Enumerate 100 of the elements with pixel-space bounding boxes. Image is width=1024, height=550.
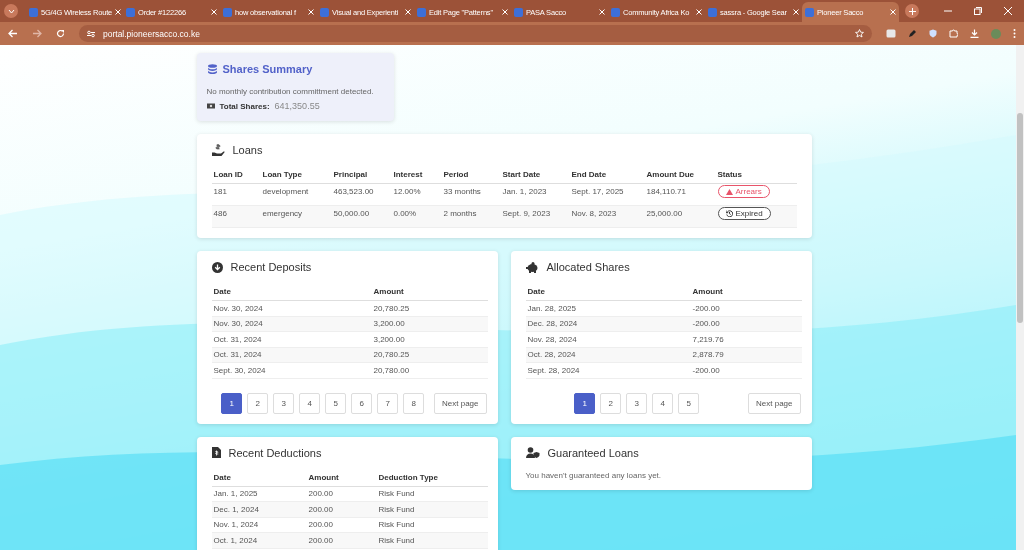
table-cell: 486 [211,206,261,228]
piggy-bank-icon [525,261,539,273]
close-icon [599,9,605,15]
page-button[interactable]: 4 [652,392,674,414]
coins-icon [206,63,218,75]
table-cell: Jan. 28, 2025 [525,301,691,317]
card-title: Recent Deposits [230,261,312,273]
page-button[interactable]: 3 [273,392,295,414]
new-tab-button[interactable] [905,4,919,18]
close-icon [1004,7,1012,15]
column-header: Principal [331,168,392,184]
column-header: Date [211,285,372,301]
table-cell: Oct. 1, 2024 [211,533,307,549]
forward-icon [32,29,42,38]
minimize-icon [944,7,952,15]
column-header: Amount [306,470,377,487]
profile-avatar-icon [991,28,1001,39]
column-header: Amount [690,285,802,301]
address-field[interactable]: portal.pioneersacco.co.ke [79,25,872,42]
card-title: Shares Summary [222,63,313,75]
close-icon [502,9,508,15]
table-cell: emergency [260,206,332,228]
close-icon [696,9,702,15]
column-header: Period [441,168,501,184]
extension-icon [886,29,896,38]
close-icon [793,9,799,15]
column-header: Date [525,285,691,301]
table-cell: 2 months [441,206,501,228]
page-button[interactable]: 7 [377,392,399,414]
table-cell: Dec. 1, 2024 [211,502,307,518]
warning-icon [725,188,733,195]
page-button[interactable]: 5 [325,392,347,414]
hand-dollar-icon [211,144,225,156]
column-header: Date [211,470,307,487]
total-shares-value: 641,350.55 [274,101,320,111]
favicon-icon [320,7,329,17]
download-circle-icon [211,261,223,273]
plus-icon [908,7,916,15]
column-header: Loan Type [260,168,332,184]
page-button[interactable]: 5 [678,392,700,414]
page-button[interactable]: 3 [626,392,648,414]
column-header: Loan ID [211,168,261,184]
table-cell: -200.00 [690,301,802,317]
favicon-icon [29,7,38,17]
favicon-icon [611,7,620,17]
star-icon [855,29,864,38]
money-icon [206,103,215,109]
page-button[interactable]: 6 [351,392,373,414]
table-cell: 20,780.00 [371,363,488,379]
table-cell: 25,000.00 [644,206,716,228]
table-cell: Risk Fund [376,533,488,549]
favicon-icon [708,7,717,17]
page-button[interactable]: 2 [247,392,269,414]
column-header: End Date [569,168,645,184]
tab-search-button[interactable] [4,4,18,18]
table-cell: 50,000.00 [331,206,392,228]
close-icon [115,9,122,15]
table-cell: Sept. 28, 2024 [525,363,691,379]
next-page-button[interactable]: Next page [434,392,487,414]
history-icon [725,210,733,217]
empty-message: You haven't guaranteed any loans yet. [525,470,663,480]
table-cell: 200.00 [306,533,377,549]
page-button[interactable]: 1 [221,392,243,414]
restore-icon [974,7,982,15]
download-icon [970,29,979,38]
status-badge: Expired [717,207,771,220]
table-cell: Nov. 8, 2023 [569,206,645,228]
shield-icon [929,29,937,38]
column-header: Amount [371,285,488,301]
scrollbar[interactable] [1016,45,1024,550]
table-cell: Sept. 9, 2023 [500,206,570,228]
close-icon [890,9,896,15]
back-icon [8,29,18,38]
status-badge: Arrears [717,185,770,198]
table-cell: Oct. 31, 2024 [211,332,372,348]
next-page-button[interactable]: Next page [748,392,801,414]
page-button[interactable]: 2 [600,392,622,414]
column-header: Deduction Type [376,470,488,487]
table-cell: Nov. 30, 2024 [211,301,372,317]
caret-icon [7,8,15,14]
page-button[interactable]: 8 [403,392,425,414]
table-cell: Risk Fund [376,502,488,518]
contribution-note: No monthly contribution committment detected. [206,87,375,96]
more-icon [1013,29,1016,38]
card-title: Loans [232,144,263,156]
favicon-icon [417,7,426,17]
reload-icon [56,29,65,38]
table-cell: 7,219.76 [690,332,802,348]
favicon-icon [223,7,232,17]
card-title: Recent Deductions [228,446,322,459]
table-cell: 200.00 [306,502,377,518]
table-cell: Sept. 30, 2024 [211,363,372,379]
card-title: Guaranteed Loans [547,446,639,459]
table-cell: -200.00 [690,363,802,379]
column-header: Status [715,168,797,184]
page-button[interactable]: 4 [299,392,321,414]
pen-icon [908,29,917,38]
column-header: Interest [391,168,442,184]
page-button[interactable]: 1 [574,392,596,414]
column-header: Start Date [500,168,570,184]
